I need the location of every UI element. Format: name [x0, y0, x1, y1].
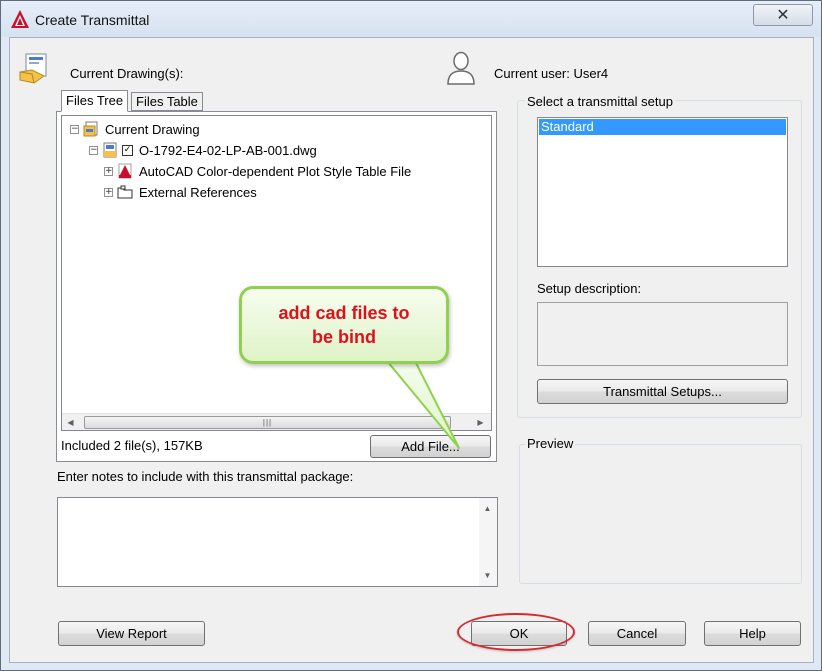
preview-group: [519, 444, 802, 584]
tree-item-label: External References: [139, 184, 257, 200]
notes-label: Enter notes to include with this transmi…: [57, 469, 354, 484]
scroll-down-icon[interactable]: ▼: [479, 567, 496, 584]
current-drawings-label: Current Drawing(s):: [70, 66, 184, 81]
user-icon: [447, 51, 475, 85]
close-button[interactable]: ✕: [753, 4, 813, 26]
window-title: Create Transmittal: [35, 12, 150, 28]
drawing-set-icon: [83, 121, 98, 137]
scroll-right-icon[interactable]: ▶: [472, 414, 489, 431]
view-report-button[interactable]: View Report: [58, 621, 205, 646]
tree-item-drawing-file[interactable]: − ✓ O-1792-E4-02-LP-AB-001.dwg: [89, 141, 317, 159]
plot-style-file-icon: [118, 163, 132, 179]
setup-list-item-standard[interactable]: Standard: [539, 119, 786, 135]
help-button[interactable]: Help: [704, 621, 801, 646]
callout-text: add cad files to be bind: [278, 303, 410, 347]
collapse-icon[interactable]: −: [89, 145, 98, 155]
collapse-icon[interactable]: −: [70, 124, 79, 134]
setup-description-label: Setup description:: [537, 281, 642, 296]
notes-textarea[interactable]: ▲ ▼: [57, 497, 498, 587]
transmittal-setups-button[interactable]: Transmittal Setups...: [537, 379, 788, 404]
tree-item-external-references[interactable]: + External References: [104, 183, 257, 201]
folder-icon: [117, 185, 133, 199]
tree-item-plot-style[interactable]: + AutoCAD Color-dependent Plot Style Tab…: [104, 162, 411, 180]
create-transmittal-dialog: Create Transmittal ✕ Current Drawing(s):…: [0, 0, 822, 671]
current-user-label: Current user: User4: [494, 66, 609, 81]
vertical-scrollbar[interactable]: ▲ ▼: [479, 498, 497, 586]
callout-bubble: add cad files to be bind: [239, 286, 449, 364]
transmittal-package-icon: [19, 53, 47, 84]
dwg-file-icon: [103, 142, 117, 158]
setup-list[interactable]: Standard: [537, 117, 788, 267]
include-checkbox[interactable]: ✓: [122, 144, 133, 156]
tree-item-current-drawing[interactable]: − Current Drawing: [70, 120, 200, 138]
setup-group-label: Select a transmittal setup: [525, 94, 675, 109]
tab-files-table-label: Files Table: [136, 94, 198, 109]
preview-label: Preview: [525, 436, 576, 451]
setup-description-box: [537, 302, 788, 366]
tree-item-label: AutoCAD Color-dependent Plot Style Table…: [139, 163, 412, 179]
tab-files-table[interactable]: Files Table: [131, 92, 203, 111]
tab-files-tree[interactable]: Files Tree: [61, 90, 129, 112]
checkmark-icon: ✓: [123, 145, 132, 155]
expand-icon[interactable]: +: [104, 166, 113, 176]
tab-files-tree-label: Files Tree: [66, 93, 124, 108]
files-summary: Included 2 file(s), 157KB: [61, 438, 203, 453]
title-bar[interactable]: Create Transmittal ✕: [1, 1, 821, 37]
autocad-app-icon: [11, 10, 29, 28]
close-icon: ✕: [776, 7, 790, 24]
scroll-up-icon[interactable]: ▲: [479, 500, 496, 517]
scroll-left-icon[interactable]: ◀: [62, 414, 79, 431]
tree-item-label: O-1792-E4-02-LP-AB-001.dwg: [139, 142, 317, 158]
cancel-button[interactable]: Cancel: [588, 621, 686, 646]
expand-icon[interactable]: +: [104, 187, 113, 197]
tree-item-label: Current Drawing: [105, 121, 200, 137]
ok-highlight-ellipse: [457, 613, 575, 651]
